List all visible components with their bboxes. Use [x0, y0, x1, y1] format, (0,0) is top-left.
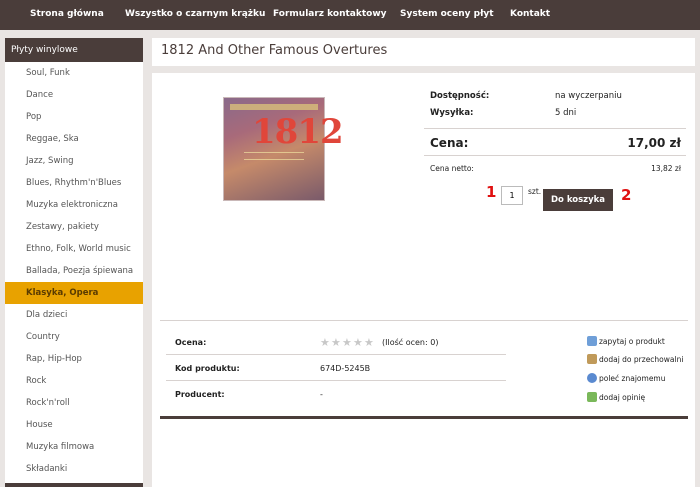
category-item[interactable]: Składanki	[5, 458, 143, 480]
category-item[interactable]: Dla dzieci	[5, 304, 143, 326]
star-icon[interactable]: ★	[342, 337, 353, 348]
category-item[interactable]: Ethno, Folk, World music	[5, 238, 143, 260]
category-item[interactable]: House	[5, 414, 143, 436]
category-sidebar: Płyty winylowe Soul, Funk Dance Pop Regg…	[5, 38, 143, 487]
category-item[interactable]: Zestawy, pakiety	[5, 216, 143, 238]
net-price-value: 13,82 zł	[651, 164, 681, 173]
cover-lines	[244, 152, 304, 160]
category-item[interactable]: Blues, Rhythm'n'Blues	[5, 172, 143, 194]
marker-2: 2	[621, 186, 632, 204]
category-item[interactable]: Dance	[5, 84, 143, 106]
product-code-value: 674D-5245B	[320, 364, 371, 373]
sidebar-header: Płyty winylowe	[5, 38, 143, 62]
shipping-label: Wysyłka:	[430, 108, 474, 118]
price-label: Cena:	[430, 136, 469, 150]
storage-icon	[587, 354, 597, 364]
net-price-label: Cena netto:	[430, 164, 474, 173]
producer-value: -	[320, 390, 323, 399]
album-cover[interactable]: 1812	[223, 97, 344, 201]
star-icon[interactable]: ★	[364, 337, 375, 348]
product-title-bar: 1812 And Other Famous Overtures	[152, 38, 695, 66]
question-icon	[587, 336, 597, 346]
category-item[interactable]: Jazz, Swing	[5, 150, 143, 172]
nav-home[interactable]: Strona główna	[30, 9, 104, 19]
divider	[166, 380, 506, 381]
availability-value: na wyczerpaniu	[555, 91, 622, 101]
product-panel: 1812 Dostępność: na wyczerpaniu Wysyłka:…	[152, 73, 695, 487]
rating-count: (Ilość ocen: 0)	[382, 338, 439, 347]
divider	[424, 128, 686, 129]
page-title: 1812 And Other Famous Overtures	[161, 43, 388, 58]
add-opinion-link[interactable]: dodaj opinię	[587, 392, 645, 402]
cover-title: 1812	[252, 112, 344, 152]
rating-label: Ocena:	[175, 338, 207, 347]
product-code-label: Kod produktu:	[175, 364, 240, 373]
category-item[interactable]: Reggae, Ska	[5, 128, 143, 150]
category-item[interactable]: Country	[5, 326, 143, 348]
category-item[interactable]: Muzyka elektroniczna	[5, 194, 143, 216]
producer-label: Producent:	[175, 390, 225, 399]
quantity-input[interactable]	[501, 186, 523, 205]
recommend-to-friend-link[interactable]: poleć znajomemu	[587, 373, 666, 383]
availability-label: Dostępność:	[430, 91, 490, 101]
shipping-value: 5 dni	[555, 108, 577, 118]
top-navigation: Strona główna Wszystko o czarnym krążku …	[0, 0, 700, 30]
category-item[interactable]: Rock	[5, 370, 143, 392]
add-to-storage-link[interactable]: dodaj do przechowalni	[587, 354, 683, 364]
category-item[interactable]: Ballada, Poezja śpiewana	[5, 260, 143, 282]
divider	[166, 354, 506, 355]
category-list: Soul, Funk Dance Pop Reggae, Ska Jazz, S…	[5, 62, 143, 480]
category-item-active[interactable]: Klasyka, Opera	[5, 282, 143, 304]
action-label: dodaj do przechowalni	[599, 355, 684, 364]
star-icon[interactable]: ★	[320, 337, 331, 348]
action-label: poleć znajomemu	[599, 374, 666, 383]
add-to-cart-button[interactable]: Do koszyka	[543, 189, 613, 211]
nav-rating-system[interactable]: System oceny płyt	[400, 9, 494, 19]
ask-about-product-link[interactable]: zapytaj o produkt	[587, 336, 665, 346]
category-item[interactable]: Muzyka filmowa	[5, 436, 143, 458]
details-bottom-bar	[160, 416, 688, 419]
person-icon	[587, 373, 597, 383]
category-item[interactable]: Soul, Funk	[5, 62, 143, 84]
rating-stars[interactable]: ★★★★★	[320, 337, 375, 349]
category-item[interactable]: Pop	[5, 106, 143, 128]
action-label: zapytaj o produkt	[599, 337, 665, 346]
marker-1: 1	[486, 183, 497, 201]
divider	[424, 155, 686, 156]
nav-contact-form[interactable]: Formularz kontaktowy	[273, 9, 387, 19]
sidebar-footer	[5, 483, 143, 487]
cover-strip	[230, 104, 318, 110]
details-divider	[160, 320, 688, 321]
nav-about-vinyl[interactable]: Wszystko o czarnym krążku	[125, 9, 265, 19]
star-icon[interactable]: ★	[353, 337, 364, 348]
opinion-icon	[587, 392, 597, 402]
action-label: dodaj opinię	[599, 393, 646, 402]
star-icon[interactable]: ★	[331, 337, 342, 348]
unit-label: szt.	[528, 187, 542, 196]
nav-contact[interactable]: Kontakt	[510, 9, 550, 19]
category-item[interactable]: Rap, Hip-Hop	[5, 348, 143, 370]
category-item[interactable]: Rock'n'roll	[5, 392, 143, 414]
price-value: 17,00 zł	[627, 136, 681, 150]
